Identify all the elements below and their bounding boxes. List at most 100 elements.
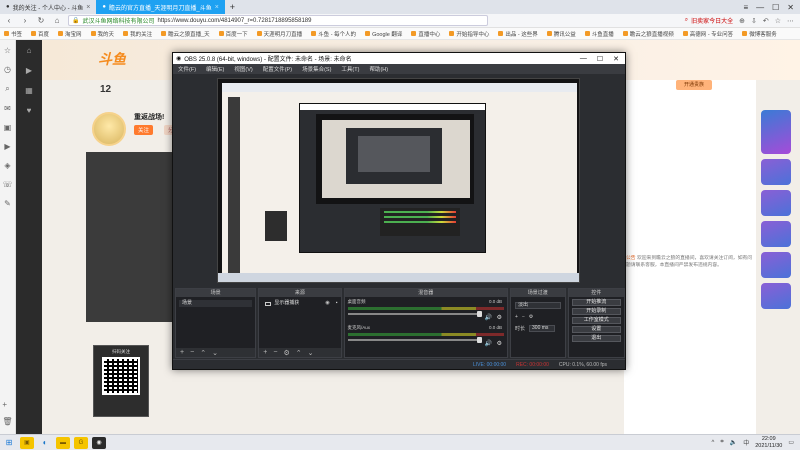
- douyu-logo[interactable]: 斗鱼: [98, 49, 126, 69]
- refresh-icon[interactable]: ↻: [36, 16, 46, 25]
- game-icon[interactable]: G: [74, 436, 88, 449]
- bookmark-item[interactable]: 开始指导中心: [449, 30, 489, 38]
- bookmark-item[interactable]: 天涯明月刀直播: [256, 30, 302, 38]
- eye-icon[interactable]: ◉: [325, 300, 329, 307]
- nav-category-icon[interactable]: ▦: [16, 80, 42, 100]
- gear-icon[interactable]: ⚙: [497, 340, 502, 347]
- search-suggestion[interactable]: ⌕ 旧卖家今日大全: [685, 16, 733, 25]
- speaker-icon[interactable]: 🔊: [485, 340, 492, 347]
- bookmark-item[interactable]: 我的关注: [123, 30, 152, 38]
- new-tab-button[interactable]: +: [225, 2, 240, 12]
- obs-taskbar-icon[interactable]: ◉: [92, 436, 106, 449]
- activity-badge[interactable]: [761, 159, 791, 185]
- bookmark-item[interactable]: 斗鱼直播: [584, 30, 614, 38]
- note-icon[interactable]: ✎: [4, 199, 11, 208]
- lock-icon[interactable]: ▪: [336, 300, 338, 307]
- star-icon[interactable]: ☆: [4, 46, 11, 55]
- shop-icon[interactable]: ▣: [4, 123, 12, 132]
- transition-select[interactable]: 淡出: [515, 302, 561, 309]
- close-icon[interactable]: ×: [215, 4, 219, 11]
- settings-icon[interactable]: ⋯: [787, 17, 794, 25]
- undo-icon[interactable]: ↶: [763, 17, 769, 25]
- studio-mode-button[interactable]: 工作室模式: [571, 317, 621, 324]
- gear-icon[interactable]: ⚙: [497, 314, 502, 321]
- search-icon[interactable]: ⌕: [5, 84, 9, 94]
- up-icon[interactable]: ⌃: [200, 349, 206, 357]
- mail-icon[interactable]: ✉: [4, 104, 11, 113]
- chevron-up-icon[interactable]: ^: [711, 440, 714, 446]
- bookmark-item[interactable]: 高德网 - 专业问答: [682, 30, 733, 38]
- game-icon[interactable]: ◈: [4, 161, 10, 170]
- windows-start-icon[interactable]: ⊞: [2, 437, 16, 449]
- remove-icon[interactable]: −: [522, 314, 525, 320]
- bookmark-item[interactable]: 我的天: [90, 30, 114, 38]
- tab-my-follow[interactable]: ● 我的关注 - 个人中心 - 斗鱼 ×: [0, 0, 96, 14]
- close-icon[interactable]: ✕: [787, 3, 794, 12]
- video-icon[interactable]: ▶: [4, 142, 10, 151]
- close-icon[interactable]: ×: [86, 4, 90, 11]
- volume-slider[interactable]: [347, 311, 483, 317]
- bookmark-item[interactable]: 斗鱼 - 每个人的: [311, 30, 356, 38]
- favorite-icon[interactable]: ☆: [775, 17, 781, 25]
- gear-icon[interactable]: ⚙: [283, 349, 289, 357]
- add-icon[interactable]: +: [263, 349, 267, 356]
- activity-badge[interactable]: [761, 190, 791, 216]
- url-field[interactable]: 🔒 武汉斗鱼网络科技有限公司 https://www.douyu.com/481…: [68, 15, 488, 26]
- add-icon[interactable]: +: [515, 314, 518, 320]
- bookmark-item[interactable]: Google 翻译: [365, 30, 402, 38]
- maximize-icon[interactable]: ☐: [772, 3, 779, 12]
- obs-menu-item[interactable]: 编辑(E): [206, 65, 224, 73]
- gear-icon[interactable]: ⚙: [529, 314, 533, 320]
- back-icon[interactable]: ‹: [4, 16, 14, 25]
- volume-icon[interactable]: 🔈: [730, 439, 737, 446]
- remove-icon[interactable]: −: [190, 349, 194, 356]
- duration-input[interactable]: 300 ms: [529, 325, 556, 332]
- folder-icon[interactable]: ▬: [56, 436, 70, 449]
- activity-badge[interactable]: [761, 252, 791, 278]
- close-icon[interactable]: ✕: [613, 55, 619, 63]
- up-icon[interactable]: ⌃: [296, 349, 302, 357]
- start-recording-button[interactable]: 开始录制: [571, 308, 621, 315]
- exit-button[interactable]: 退出: [571, 335, 621, 342]
- down-icon[interactable]: ⌄: [308, 349, 314, 357]
- obs-menu-item[interactable]: 文件(F): [178, 65, 196, 73]
- app-icon-yellow[interactable]: ▣: [20, 436, 34, 449]
- add-icon[interactable]: +: [2, 400, 12, 409]
- start-streaming-button[interactable]: 开始推流: [571, 299, 621, 306]
- source-item[interactable]: 显示器捕获 ◉ ▪: [262, 300, 338, 307]
- bookmark-item[interactable]: 百度一下: [218, 30, 248, 38]
- gift-button[interactable]: 开通贵族: [676, 80, 712, 90]
- bookmark-item[interactable]: 百度: [31, 30, 49, 38]
- trash-icon[interactable]: 🗑: [2, 417, 12, 426]
- bookmark-item[interactable]: 直播中心: [411, 30, 440, 38]
- activity-badge[interactable]: [761, 221, 791, 247]
- obs-menu-item[interactable]: 配置文件(P): [263, 65, 292, 73]
- maximize-icon[interactable]: ☐: [597, 55, 603, 63]
- activity-badge[interactable]: [761, 283, 791, 309]
- volume-slider[interactable]: [347, 337, 483, 343]
- bookmark-item[interactable]: 瞻云之狼直播_天: [161, 30, 210, 38]
- obs-menu-item[interactable]: 工具(T): [341, 65, 359, 73]
- bookmark-item[interactable]: 微博客服务: [742, 30, 777, 38]
- clock[interactable]: 22:09 2021/11/30: [755, 436, 782, 448]
- bookmark-item[interactable]: 淘宝网: [58, 30, 82, 38]
- network-icon[interactable]: ⌗: [720, 439, 723, 446]
- obs-menu-item[interactable]: 视图(V): [234, 65, 252, 73]
- download-icon[interactable]: ⇩: [751, 17, 757, 25]
- activity-banner[interactable]: [761, 110, 791, 154]
- speaker-icon[interactable]: 🔊: [485, 314, 492, 321]
- tab-live-room[interactable]: ● 瞻云的官方直播_天涯明月刀直播_斗鱼 ×: [96, 0, 225, 14]
- bookmark-item[interactable]: 书签: [4, 30, 22, 38]
- avatar[interactable]: [92, 112, 126, 146]
- nav-home-icon[interactable]: ⌂: [16, 40, 42, 60]
- notification-icon[interactable]: ▭: [788, 439, 794, 446]
- minimize-icon[interactable]: —: [580, 55, 587, 63]
- bookmark-item[interactable]: 瞻云之狼直播视频: [622, 30, 674, 38]
- nav-live-icon[interactable]: ▶: [16, 60, 42, 80]
- history-icon[interactable]: ◷: [4, 65, 11, 74]
- settings-button[interactable]: 设置: [571, 326, 621, 333]
- scene-item[interactable]: 场景: [179, 300, 253, 307]
- remove-icon[interactable]: −: [273, 349, 277, 356]
- obs-menu-item[interactable]: 场景集合(S): [302, 65, 331, 73]
- minimize-icon[interactable]: —: [756, 3, 764, 12]
